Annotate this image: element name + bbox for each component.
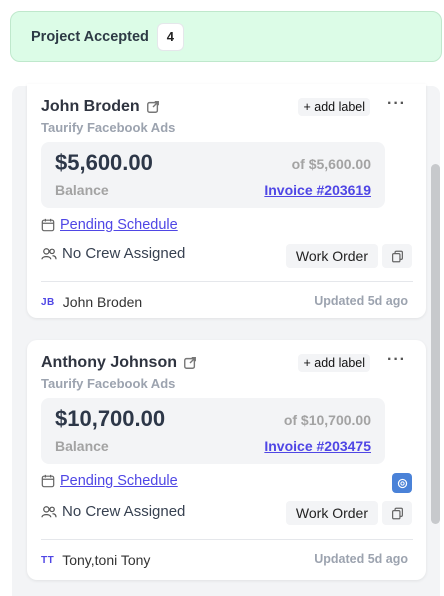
external-link-icon[interactable] [183,356,197,370]
add-label-button[interactable]: + add label [298,98,370,116]
external-link-icon[interactable] [146,100,160,114]
users-icon [41,505,57,517]
balance-label: Balance [55,182,109,198]
invoice-link[interactable]: Invoice #203475 [264,438,371,454]
balance-box: $5,600.00 Balance of $5,600.00 Invoice #… [41,142,385,208]
calendar-icon [41,474,55,488]
project-card[interactable]: John Broden Taurify Facebook Ads + add l… [27,84,426,318]
invoice-link[interactable]: Invoice #203619 [264,182,371,198]
copy-button[interactable] [382,501,412,525]
copy-icon [391,250,403,262]
ai-assistant-button[interactable] [392,473,412,493]
assignee-row: TT Tony,toni Tony [41,552,150,568]
lead-source: Taurify Facebook Ads [41,120,176,135]
assignee-avatar: JB [41,296,55,308]
pending-schedule-link[interactable]: Pending Schedule [60,473,178,489]
column-header: Project Accepted 4 [10,11,442,62]
copy-button[interactable] [382,244,412,268]
crew-status: No Crew Assigned [62,245,186,262]
schedule-row: Pending Schedule [41,217,178,233]
pending-schedule-link[interactable]: Pending Schedule [60,217,178,233]
total-amount: of $10,700.00 [283,412,371,428]
assignee-row: JB John Broden [41,294,142,310]
balance-box: $10,700.00 Balance of $10,700.00 Invoice… [41,398,385,464]
assignee-name: John Broden [62,294,143,310]
openai-icon [397,478,407,488]
project-card[interactable]: Anthony Johnson Taurify Facebook Ads + a… [27,340,426,580]
lead-source: Taurify Facebook Ads [41,376,176,391]
users-icon [41,247,57,259]
schedule-row: Pending Schedule [41,473,178,489]
client-name[interactable]: Anthony Johnson [41,354,177,372]
more-options-button[interactable]: ··· [387,351,406,369]
balance-label: Balance [55,438,109,454]
column-title: Project Accepted [31,28,149,45]
updated-timestamp: Updated 5d ago [314,552,408,566]
client-name[interactable]: John Broden [41,98,140,116]
divider [41,539,413,540]
crew-row: No Crew Assigned [41,503,185,520]
calendar-icon [41,218,55,232]
divider [41,281,413,282]
updated-timestamp: Updated 5d ago [314,294,408,308]
crew-status: No Crew Assigned [62,503,186,520]
count-badge: 4 [156,22,184,51]
work-order-button[interactable]: Work Order [285,501,378,525]
assignee-avatar: TT [41,554,55,566]
assignee-name: Tony,toni Tony [62,552,151,568]
crew-row: No Crew Assigned [41,245,185,262]
scrollbar-thumb[interactable] [431,164,440,524]
copy-icon [391,507,403,519]
client-row: John Broden [41,98,160,116]
more-options-button[interactable]: ··· [387,95,406,113]
add-label-button[interactable]: + add label [298,354,370,372]
balance-amount: $10,700.00 [55,406,166,431]
client-row: Anthony Johnson [41,354,197,372]
balance-amount: $5,600.00 [55,150,153,175]
total-amount: of $5,600.00 [291,156,371,172]
work-order-button[interactable]: Work Order [285,244,378,268]
